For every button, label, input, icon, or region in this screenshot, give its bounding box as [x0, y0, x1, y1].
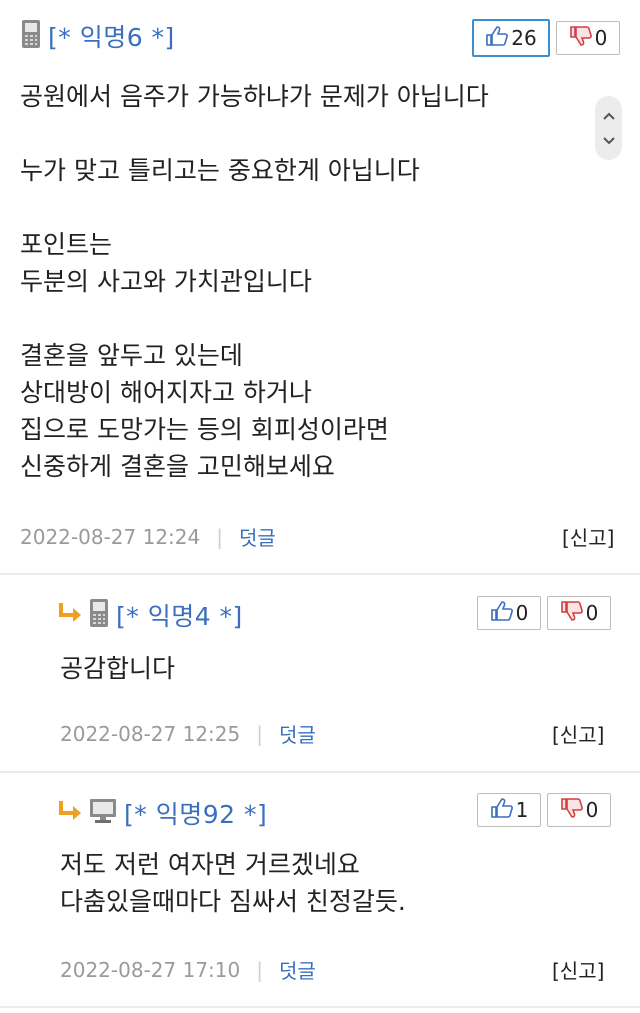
dislike-count: 0: [585, 601, 599, 625]
dislike-button[interactable]: 0: [547, 596, 611, 630]
scroll-control[interactable]: [595, 96, 622, 160]
thumbs-up-icon: [490, 600, 514, 627]
thumbs-down-icon: [569, 25, 593, 52]
chevron-up-icon[interactable]: [602, 106, 616, 125]
reply-arrow-icon: [58, 799, 84, 827]
like-button[interactable]: 26: [472, 19, 550, 57]
like-count: 0: [515, 601, 529, 625]
report-link[interactable]: [신고]: [552, 719, 604, 748]
thumbs-up-icon: [485, 25, 509, 52]
comment-body: 저도 저런 여자면 거르겠네요 다춤있을때마다 짐싸서 친정갈듯.: [60, 850, 406, 916]
dislike-count: 0: [585, 798, 599, 822]
meta-separator: |: [256, 957, 263, 982]
comment-author[interactable]: [* 익명6 *]: [48, 18, 175, 54]
report-link[interactable]: [신고]: [552, 955, 604, 984]
thumbs-up-icon: [490, 797, 514, 824]
reply-link[interactable]: 덧글: [239, 522, 276, 551]
like-button[interactable]: 0: [477, 596, 541, 630]
dislike-button[interactable]: 0: [556, 21, 620, 55]
comment-author[interactable]: [* 익명92 *]: [124, 795, 267, 831]
dislike-button[interactable]: 0: [547, 793, 611, 827]
like-count: 1: [515, 798, 529, 822]
reply-arrow-icon: [58, 601, 84, 629]
thumbs-down-icon: [560, 600, 584, 627]
thumbs-down-icon: [560, 797, 584, 824]
like-count: 26: [511, 26, 537, 50]
comment-author[interactable]: [* 익명4 *]: [116, 597, 243, 633]
comment-timestamp: 2022-08-27 12:25: [60, 721, 241, 746]
like-button[interactable]: 1: [477, 793, 541, 827]
meta-separator: |: [256, 721, 263, 746]
reply-link[interactable]: 덧글: [279, 719, 316, 748]
comment-divider: [0, 771, 640, 773]
dislike-count: 0: [594, 26, 608, 50]
report-link[interactable]: [신고]: [562, 522, 614, 551]
comment-body: 공감합니다: [60, 654, 176, 683]
mobile-device-icon: [20, 19, 42, 53]
meta-separator: |: [216, 524, 223, 549]
comment-body: 공원에서 음주가 가능하냐가 문제가 아닙니다 누가 맞고 틀리고는 중요한게 …: [20, 82, 489, 481]
comment-divider: [0, 573, 640, 575]
desktop-computer-icon: [88, 797, 118, 829]
comment-timestamp: 2022-08-27 12:24: [20, 524, 201, 549]
reply-link[interactable]: 덧글: [279, 955, 316, 984]
mobile-device-icon: [88, 598, 110, 632]
comment-timestamp: 2022-08-27 17:10: [60, 957, 241, 982]
chevron-down-icon[interactable]: [602, 131, 616, 150]
comment-divider: [0, 1006, 640, 1008]
